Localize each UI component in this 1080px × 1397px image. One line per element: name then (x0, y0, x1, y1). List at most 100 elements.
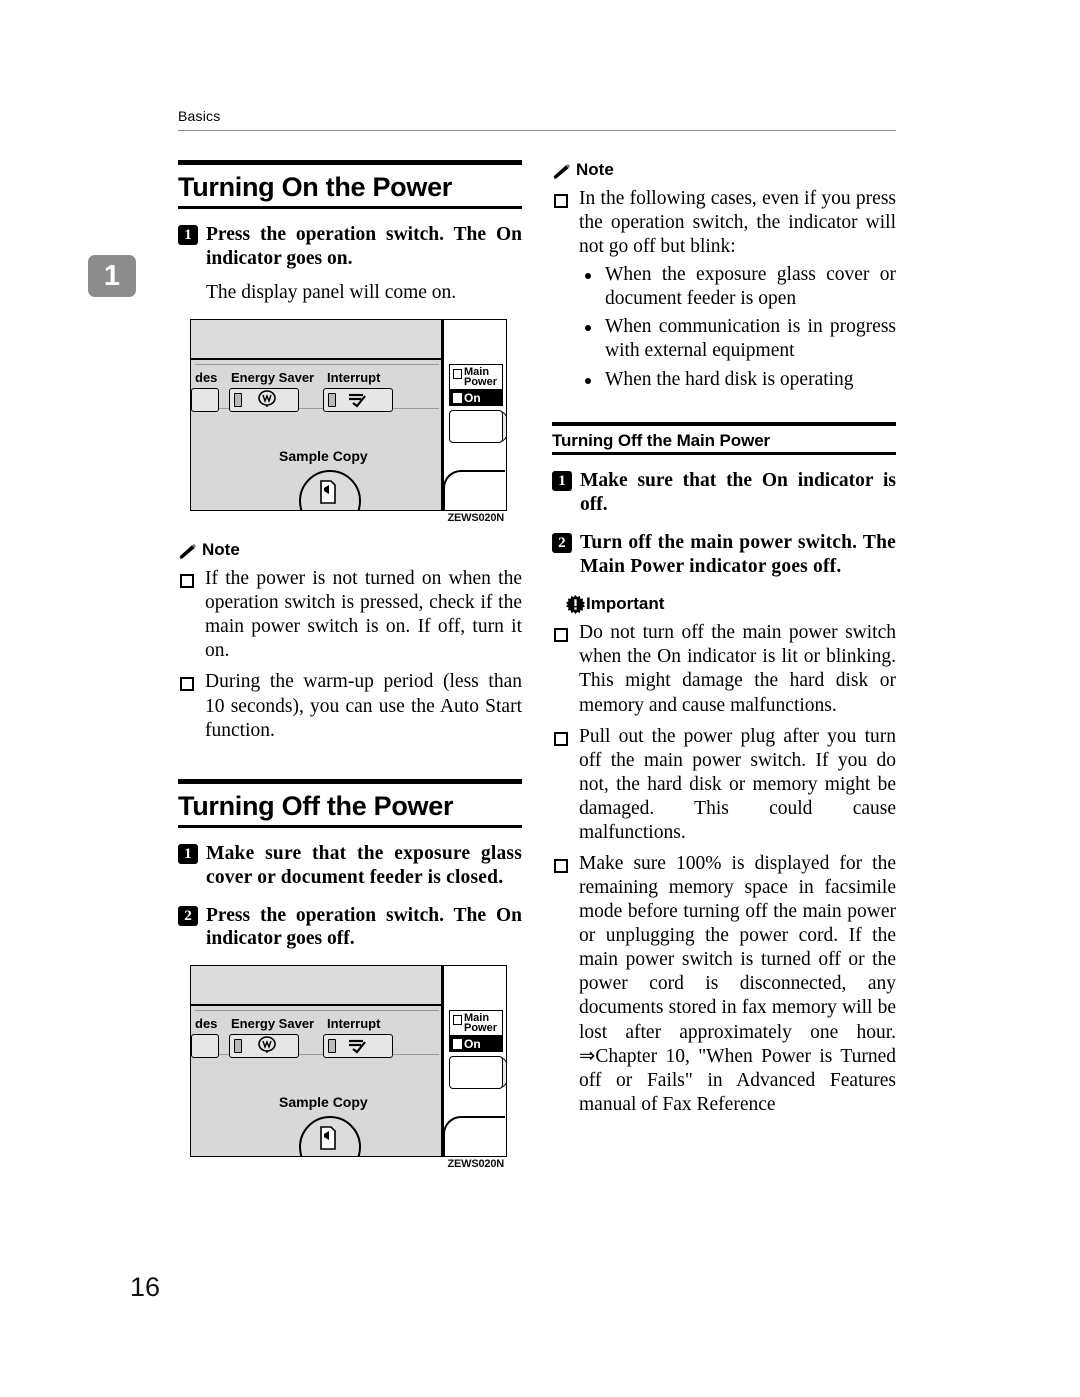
heading-rule-bottom (178, 206, 522, 210)
step-text: Make sure that the exposure glass cover … (206, 842, 522, 888)
on-led-icon (453, 393, 462, 404)
indicator-on: On (450, 389, 502, 406)
important-item: Make sure 100% is displayed for the rema… (552, 852, 896, 1117)
heading-text: Turning Off the Main Power (552, 430, 771, 450)
label-on: On (464, 391, 481, 406)
note-label: Note (576, 160, 614, 179)
body-paragraph: The display panel will come on. (206, 281, 457, 303)
panel-top-bar (191, 966, 443, 1007)
label-main-power-line2: Power (464, 376, 498, 389)
step-number-badge: 2 (178, 905, 198, 926)
step-text: Turn off the main power switch. The Main… (580, 531, 896, 577)
chapter-tab: 1 (88, 255, 136, 297)
figure-operation-panel-on: des Energy Saver Interrupt Main Power On… (190, 319, 507, 525)
step-text: Press the operation switch. The On indic… (206, 904, 522, 950)
label-sample-copy: Sample Copy (279, 448, 368, 465)
label-energy-saver: Energy Saver (231, 370, 315, 386)
running-header-rule (178, 130, 896, 131)
heading-rule-top (552, 421, 896, 426)
section-heading-turning-off-the-main-power: Turning Off the Main Power (552, 421, 896, 456)
note-pencil-icon (179, 544, 196, 560)
section-heading-turning-off-the-power: Turning Off the Power (178, 778, 522, 828)
step-number-badge: 2 (552, 532, 572, 553)
step-item: 1 Press the operation switch. The On ind… (178, 223, 522, 271)
note-item: In the following cases, even if you pres… (552, 187, 896, 259)
key-led-indicator (234, 393, 242, 408)
step-text: Make sure that the On indicator is off. (580, 470, 896, 515)
sample-copy-icon (320, 480, 336, 504)
note-sub-bullet: When the hard disk is operating (579, 368, 896, 392)
important-item: Pull out the power plug after you turn o… (552, 725, 896, 845)
indicator-main-power: Main Power (450, 365, 502, 389)
indicator-on: On (450, 1035, 502, 1052)
step-item: 2 Turn off the main power switch. The Ma… (552, 531, 896, 579)
label-main-power-line2: Power (464, 1022, 498, 1035)
note-label: Note (202, 540, 240, 560)
figure-operation-panel-off: des Energy Saver Interrupt Main Power On… (190, 965, 507, 1171)
important-callout-header: Important (566, 594, 896, 615)
label-modes-truncated: des (195, 1016, 218, 1032)
label-interrupt: Interrupt (327, 370, 381, 386)
label-sample-copy: Sample Copy (279, 1094, 368, 1111)
important-item: Do not turn off the main power switch wh… (552, 621, 896, 717)
label-energy-saver: Energy Saver (231, 1016, 315, 1032)
note-item: During the warm-up period (less than 10 … (178, 670, 522, 742)
figure-caption: ZEWS020N (447, 1158, 505, 1171)
note-sub-bullet: When communication is in progress with e… (579, 315, 896, 363)
interrupt-icon (349, 394, 366, 408)
label-modes-truncated: des (195, 370, 218, 386)
main-power-led-icon (453, 369, 462, 380)
note-item: If the power is not turned on when the o… (178, 567, 522, 663)
key-modes-truncated (191, 388, 219, 413)
heading-rule-top (178, 160, 522, 165)
step-item: 1 Make sure that the On indicator is off… (552, 469, 896, 517)
step-number-badge: 1 (178, 843, 198, 864)
indicator-panel: Main Power On (449, 1010, 503, 1053)
panel-illustration: des Energy Saver Interrupt Main Power On… (191, 320, 506, 511)
sample-copy-icon (320, 1126, 336, 1150)
label-interrupt: Interrupt (327, 1016, 381, 1032)
running-header: Basics (178, 108, 221, 124)
key-led-indicator (234, 1039, 242, 1054)
step-item: 1 Make sure that the exposure glass cove… (178, 842, 522, 890)
important-starburst-icon (566, 595, 585, 615)
main-power-led-icon (453, 1015, 462, 1026)
indicator-main-power: Main Power (450, 1011, 502, 1035)
figure-frame: des Energy Saver Interrupt Main Power On… (190, 965, 507, 1158)
important-label: Important (586, 594, 665, 614)
panel-hairline-top (195, 364, 439, 366)
heading-rule-bottom (552, 452, 896, 456)
section-heading-turning-on-the-power: Turning On the Power (178, 160, 522, 210)
panel-top-bar (191, 320, 443, 361)
step-number-badge: 1 (178, 225, 198, 246)
figure-caption: ZEWS020N (447, 512, 505, 525)
energy-saver-icon (258, 390, 276, 408)
panel-hairline-top (195, 1010, 439, 1012)
right-column: Note In the following cases, even if you… (552, 160, 896, 1117)
operation-switch (449, 410, 503, 444)
indicator-panel: Main Power On (449, 364, 503, 407)
step-text: Press the operation switch. The On indic… (206, 224, 522, 270)
page-number: 16 (130, 1272, 161, 1302)
heading-text: Turning Off the Power (178, 790, 454, 821)
panel-illustration: des Energy Saver Interrupt Main Power On… (191, 966, 506, 1157)
operation-switch (449, 1056, 503, 1090)
note-pencil-icon (553, 164, 570, 180)
on-led-icon (453, 1039, 462, 1050)
figure-frame: des Energy Saver Interrupt Main Power On… (190, 319, 507, 512)
energy-saver-icon (258, 1036, 276, 1054)
step-number-badge: 1 (552, 471, 572, 492)
heading-rule-top (178, 778, 522, 784)
key-led-indicator (328, 1039, 336, 1054)
key-modes-truncated (191, 1034, 219, 1059)
note-sub-bullet: When the exposure glass cover or documen… (579, 263, 896, 311)
interrupt-icon (349, 1039, 366, 1054)
step-item: 2 Press the operation switch. The On ind… (178, 904, 522, 952)
key-led-indicator (328, 393, 336, 408)
left-column: Turning On the Power 1 Press the operati… (178, 160, 522, 1170)
note-callout-header: Note (552, 160, 896, 180)
label-on: On (464, 1037, 481, 1052)
panel-bottom-curve (443, 1116, 505, 1157)
panel-bottom-curve (443, 470, 505, 511)
note-callout-header: Note (178, 540, 522, 560)
